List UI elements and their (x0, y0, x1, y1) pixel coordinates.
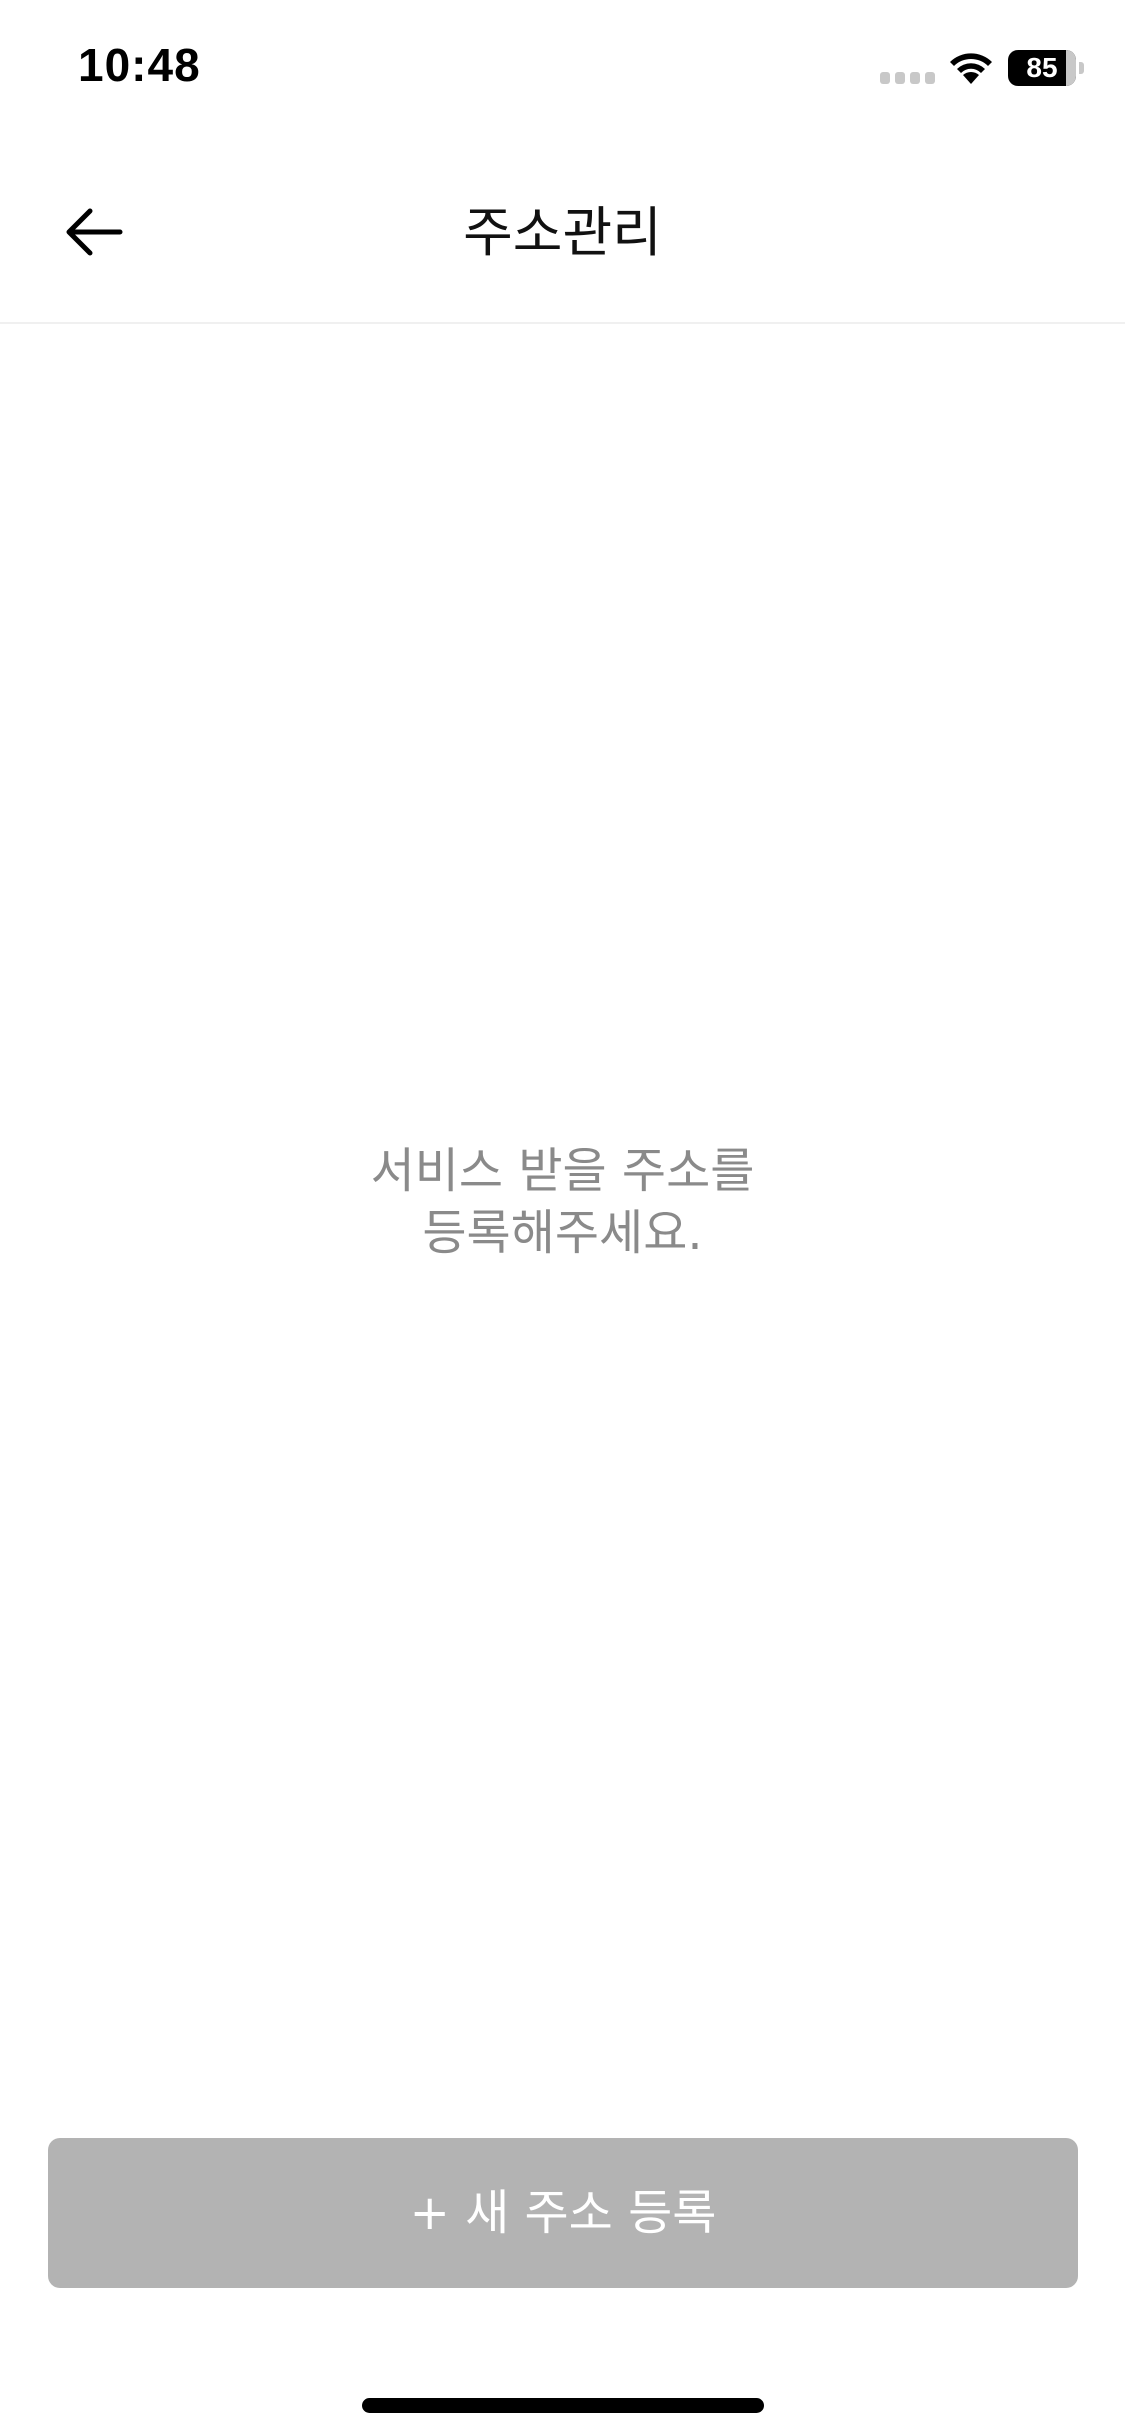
empty-state-message: 서비스 받을 주소를 등록해주세요. (0, 1140, 1125, 1264)
cellular-signal-icon (880, 72, 935, 84)
empty-state-line-1: 서비스 받을 주소를 (370, 1143, 755, 1199)
battery-icon: 85 (1008, 50, 1076, 86)
add-new-address-button[interactable]: + 새 주소 등록 (48, 2138, 1078, 2288)
page-title: 주소관리 (463, 201, 662, 264)
status-time: 10:48 (78, 39, 201, 91)
battery-indicator: 85 (1008, 50, 1084, 86)
status-bar: 10:48 85 (0, 0, 1125, 140)
wifi-icon (950, 53, 992, 84)
battery-cap (1079, 62, 1084, 74)
empty-state-line-2: 등록해주세요. (422, 1205, 703, 1261)
battery-level-text: 85 (1026, 52, 1058, 83)
home-indicator (362, 2398, 764, 2413)
navigation-bar: 주소관리 (0, 140, 1125, 324)
